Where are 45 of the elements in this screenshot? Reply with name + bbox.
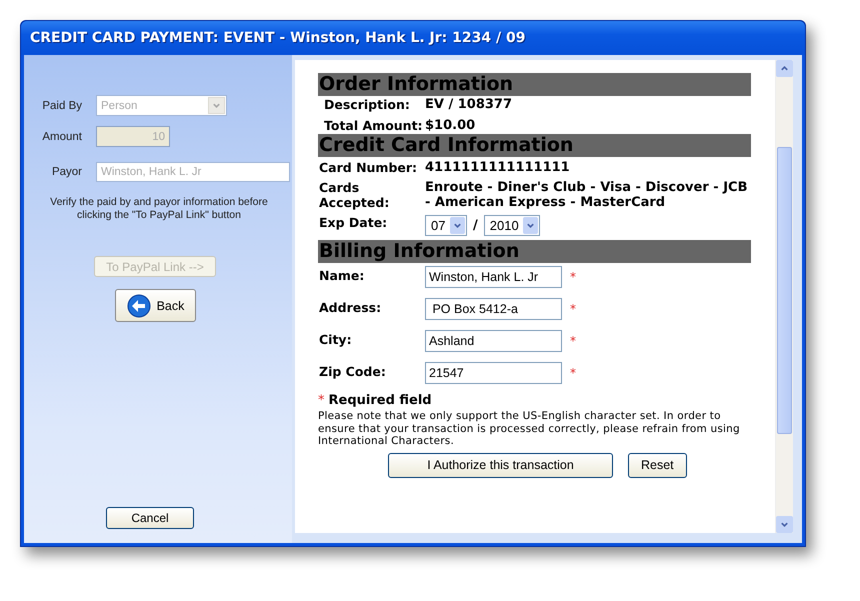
scroll-up-icon[interactable] [776, 60, 793, 77]
scroll-thumb[interactable] [777, 147, 792, 434]
field-label: Amount [41, 130, 82, 142]
scrollbar[interactable] [775, 60, 793, 533]
field-label: Description: [323, 97, 411, 112]
month-dropdown[interactable]: 07 [425, 215, 467, 236]
field-label: Address: [319, 300, 382, 317]
field-value: 4111111111111111 [425, 160, 571, 175]
field-value: EV / 108377 [425, 97, 514, 112]
date-separator: / [473, 218, 478, 234]
field-value: $10.00 [425, 118, 476, 133]
caret-icon [450, 217, 465, 234]
required-mark: * [570, 366, 576, 380]
authorize-button[interactable]: I Authorize this transaction [388, 452, 613, 478]
field-label: Paid By [41, 100, 82, 112]
required-legend: * Required field [318, 393, 751, 408]
field-label: Payor [50, 166, 82, 178]
required-mark: * [570, 302, 576, 316]
section-heading: Billing Information [318, 240, 751, 263]
field-label: Exp Date: [319, 215, 388, 232]
field-label: Zip Code: [319, 364, 387, 381]
field-label: Card Number: [319, 160, 418, 175]
input-field[interactable]: Ashland [425, 330, 562, 352]
window-title: CREDIT CARD PAYMENT: EVENT - Winston, Hank L. Jr: 1234 / 09 [21, 21, 805, 55]
input-field[interactable]: Winston, Hank L. Jr [425, 266, 562, 288]
required-mark: * [570, 334, 576, 348]
instruction-text: Verify the paid by and payor information before clicking the "To PayPal Link" button [49, 196, 269, 222]
field-label: City: [319, 332, 353, 349]
charset-notice: Please note that we only support the US-English character set. In order to ensure that your transaction is processed correctly, please refrain from using International Characters. [318, 410, 741, 448]
field-label: Name: [319, 268, 366, 285]
section-heading: Credit Card Information [318, 134, 751, 157]
scroll-down-icon[interactable] [776, 516, 793, 533]
field-label: Cards Accepted: [319, 180, 390, 210]
reset-button[interactable]: Reset [628, 452, 687, 478]
section-heading: Order Information [318, 73, 751, 96]
back-button[interactable]: Back [115, 289, 196, 322]
required-mark: * [570, 270, 576, 284]
input-field[interactable]: 21547 [425, 362, 562, 384]
field-label: Total Amount: [323, 118, 424, 133]
year-dropdown[interactable]: 2010 [484, 215, 540, 236]
cancel-button[interactable]: Cancel [106, 507, 194, 529]
caret-icon [522, 217, 538, 234]
caret-icon [208, 97, 225, 114]
input-field[interactable]: PO Box 5412-a [425, 298, 562, 320]
field-value: Enroute - Diner's Club - Visa - Discover - JCB - American Express - MasterCard [425, 180, 748, 210]
